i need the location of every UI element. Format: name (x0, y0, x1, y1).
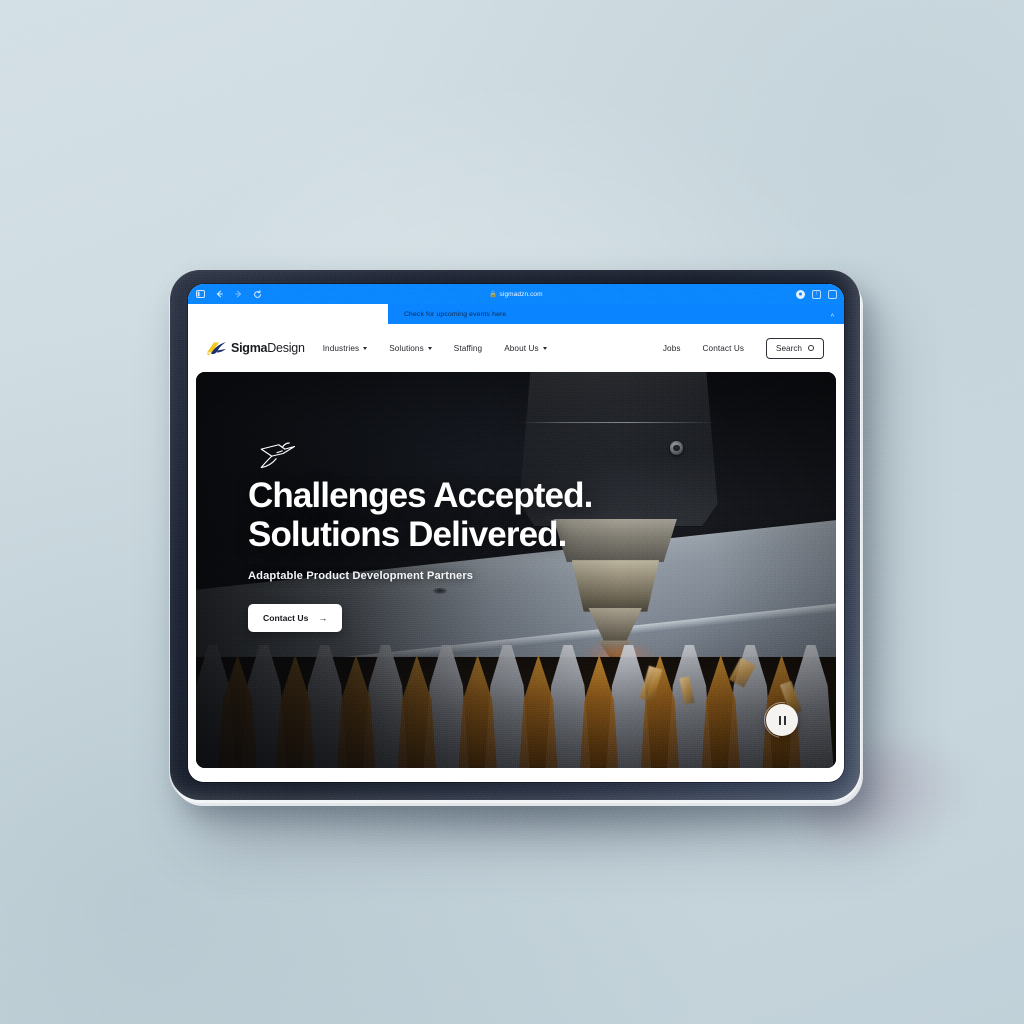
reload-icon[interactable] (252, 289, 262, 299)
hero-contact-us-label: Contact Us (263, 613, 309, 624)
nav-item-jobs-label: Jobs (662, 343, 681, 353)
share-icon[interactable]: ↑ (812, 289, 821, 299)
nav-item-contact-us-label: Contact Us (702, 343, 745, 353)
hero-contact-us-button[interactable]: Contact Us → (248, 604, 343, 633)
brand-name: SigmaDesign (231, 341, 305, 355)
forward-arrow-icon[interactable] (233, 289, 243, 299)
chevron-up-icon[interactable]: ^ (831, 314, 834, 321)
nav-item-staffing[interactable]: Staffing (454, 344, 482, 353)
nav-item-solutions[interactable]: Solutions (389, 344, 432, 353)
tablet-device: 🔒 sigmadzn.com ● ↑ Check for upcoming eve… (170, 270, 860, 800)
hero-subheadline: Adaptable Product Development Partners (248, 570, 474, 583)
brand-name-bold: Sigma (231, 341, 268, 355)
brand-name-regular: Design (267, 341, 305, 355)
hero-pause-button[interactable] (756, 694, 808, 746)
chevron-down-icon (542, 346, 547, 350)
hero-content: Challenges Accepted. Solutions Delivered… (248, 442, 593, 633)
nav-item-industries[interactable]: Industries (323, 344, 368, 353)
browser-toolbar-right: ● ↑ (796, 289, 837, 299)
address-bar-url: sigmadzn.com (499, 291, 543, 298)
hero-section: Challenges Accepted. Solutions Delivered… (188, 372, 844, 776)
address-bar[interactable]: 🔒 sigmadzn.com (188, 290, 844, 298)
nav-item-contact-us[interactable]: Contact Us (703, 344, 745, 353)
search-button[interactable]: Search (766, 337, 824, 359)
secondary-nav-links: Jobs Contact Us Search (663, 337, 824, 359)
chevron-down-icon (427, 346, 432, 350)
browser-toolbar: 🔒 sigmadzn.com ● ↑ (188, 284, 844, 304)
hero-headline-line2: Solutions Delivered. (248, 515, 567, 555)
nav-item-solutions-label: Solutions (389, 343, 424, 353)
announcement-banner[interactable]: Check for upcoming events here ^ (388, 304, 844, 324)
primary-nav-links: Industries Solutions Staffing About Us (323, 344, 547, 353)
hero-headline-line1: Challenges Accepted. (248, 476, 593, 515)
nav-item-about-us-label: About Us (504, 343, 539, 353)
announcement-banner-text: Check for upcoming events here (404, 310, 507, 318)
nav-item-industries-label: Industries (322, 343, 360, 353)
search-icon (808, 345, 814, 351)
nav-item-jobs[interactable]: Jobs (663, 344, 681, 353)
nav-item-staffing-label: Staffing (453, 343, 483, 353)
hummingbird-icon (260, 442, 296, 469)
back-arrow-icon[interactable] (214, 289, 224, 299)
lock-icon: 🔒 (489, 291, 498, 298)
hero-banner: Challenges Accepted. Solutions Delivered… (196, 372, 836, 768)
hummingbird-logo-mark (206, 342, 226, 356)
search-button-label: Search (776, 343, 802, 353)
sidebar-toggle-icon[interactable] (195, 289, 205, 299)
nav-item-about-us[interactable]: About Us (504, 343, 547, 353)
website-page: SigmaDesign Industries Solutions Staffin (188, 304, 844, 782)
arrow-right-icon: → (318, 612, 328, 623)
scene-background: 🔒 sigmadzn.com ● ↑ Check for upcoming eve… (0, 0, 1024, 1024)
tablet-screen: 🔒 sigmadzn.com ● ↑ Check for upcoming eve… (188, 284, 844, 782)
tab-overview-icon[interactable] (828, 289, 837, 299)
extension-icon[interactable]: ● (796, 289, 805, 299)
brand-logo[interactable]: SigmaDesign (206, 340, 305, 356)
chevron-down-icon (363, 346, 368, 350)
site-navbar: SigmaDesign Industries Solutions Staffin (188, 324, 844, 372)
